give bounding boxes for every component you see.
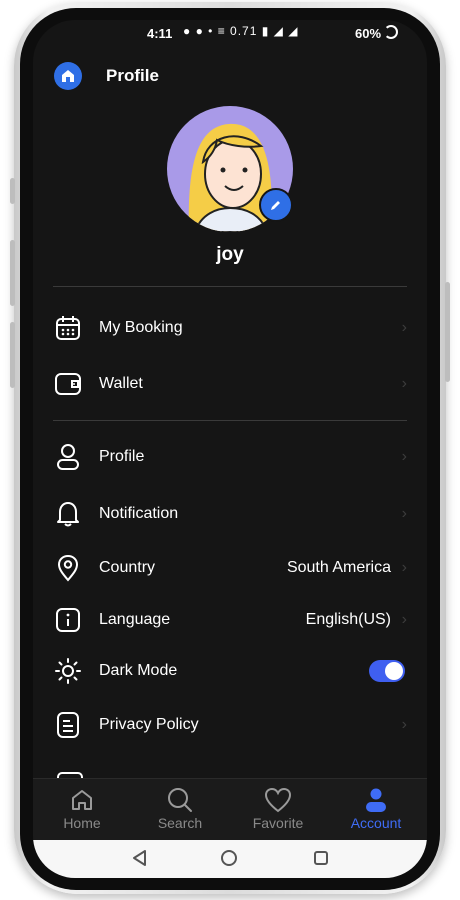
menu-item-dark-mode[interactable]: Dark Mode bbox=[53, 651, 407, 691]
menu-item-notification[interactable]: Notification › bbox=[53, 494, 407, 534]
nav-label: Account bbox=[350, 815, 402, 831]
battery-icon bbox=[384, 25, 398, 39]
calendar-icon bbox=[53, 313, 83, 343]
nav-label: Search bbox=[157, 815, 203, 831]
sun-icon bbox=[53, 656, 83, 686]
menu-item-wallet[interactable]: Wallet › bbox=[53, 364, 407, 404]
person-icon bbox=[327, 785, 425, 815]
document-icon bbox=[53, 710, 83, 740]
language-value: English(US) bbox=[305, 611, 391, 628]
nav-search[interactable]: Search bbox=[131, 779, 229, 841]
wallet-icon bbox=[53, 369, 83, 399]
nav-label: Favorite bbox=[252, 815, 304, 831]
menu-item-label: Country bbox=[99, 559, 156, 576]
menu-item-my-booking[interactable]: My Booking › bbox=[53, 308, 407, 348]
menu-item-language[interactable]: Language English(US) › bbox=[53, 600, 407, 640]
menu-item-privacy-policy[interactable]: Privacy Policy › bbox=[53, 705, 407, 745]
chevron-right-icon: › bbox=[401, 505, 407, 522]
menu-item-label: Privacy Policy bbox=[99, 716, 199, 733]
pencil-icon bbox=[271, 201, 280, 210]
status-bar: 4:11 ● ● • ≡ 0.71 ▮ ◢ ◢ 60% bbox=[33, 20, 427, 48]
side-button bbox=[10, 178, 15, 204]
menu-item-label: Notification bbox=[99, 505, 179, 522]
back-icon[interactable] bbox=[131, 849, 149, 872]
menu-item-label: Dark Mode bbox=[99, 662, 178, 679]
toggle-knob bbox=[385, 662, 403, 680]
username: joy bbox=[216, 244, 244, 265]
nav-label: Home bbox=[63, 815, 101, 831]
battery-percent: 60% bbox=[355, 26, 382, 41]
nav-account[interactable]: Account bbox=[327, 779, 425, 841]
menu-item-label: My Booking bbox=[99, 319, 183, 336]
bell-icon bbox=[53, 499, 83, 529]
nav-home[interactable]: Home bbox=[33, 779, 131, 841]
menu-item-label: Wallet bbox=[99, 375, 143, 392]
status-time: 4:11 bbox=[147, 26, 173, 41]
side-button bbox=[10, 240, 15, 306]
divider bbox=[53, 286, 407, 287]
side-button bbox=[10, 322, 15, 388]
user-icon bbox=[53, 442, 83, 472]
chevron-right-icon: › bbox=[401, 375, 407, 392]
edit-avatar-button[interactable] bbox=[259, 188, 293, 222]
menu-item-country[interactable]: Country South America › bbox=[53, 548, 407, 588]
system-nav-bar bbox=[33, 840, 427, 878]
menu-item-label: Profile bbox=[99, 448, 145, 465]
divider bbox=[53, 420, 407, 421]
home-outline-icon bbox=[33, 785, 131, 815]
chevron-right-icon: › bbox=[401, 319, 407, 336]
chevron-right-icon: › bbox=[401, 448, 407, 465]
country-value: South America bbox=[286, 559, 391, 576]
bottom-nav: Home Search Favorite Account bbox=[33, 778, 427, 841]
nav-favorite[interactable]: Favorite bbox=[229, 779, 327, 841]
recents-icon[interactable] bbox=[312, 849, 330, 872]
app-screen: 4:11 ● ● • ≡ 0.71 ▮ ◢ ◢ 60% Profile joy … bbox=[33, 20, 427, 878]
chevron-right-icon: › bbox=[401, 611, 407, 628]
menu-item-profile[interactable]: Profile › bbox=[53, 437, 407, 477]
heart-icon bbox=[229, 785, 327, 815]
menu-item-label: Language bbox=[99, 611, 171, 628]
chevron-right-icon: › bbox=[401, 716, 407, 733]
location-icon bbox=[53, 553, 83, 583]
home-circle-icon[interactable] bbox=[220, 849, 238, 872]
dark-mode-toggle[interactable] bbox=[369, 660, 405, 682]
chevron-right-icon: › bbox=[401, 559, 407, 576]
search-icon bbox=[131, 785, 229, 815]
home-icon[interactable] bbox=[54, 62, 82, 90]
info-icon bbox=[53, 605, 83, 635]
status-icons: ● ● • ≡ 0.71 ▮ ◢ ◢ bbox=[183, 24, 299, 38]
power-button bbox=[445, 282, 450, 382]
page-title: Profile bbox=[106, 66, 159, 85]
